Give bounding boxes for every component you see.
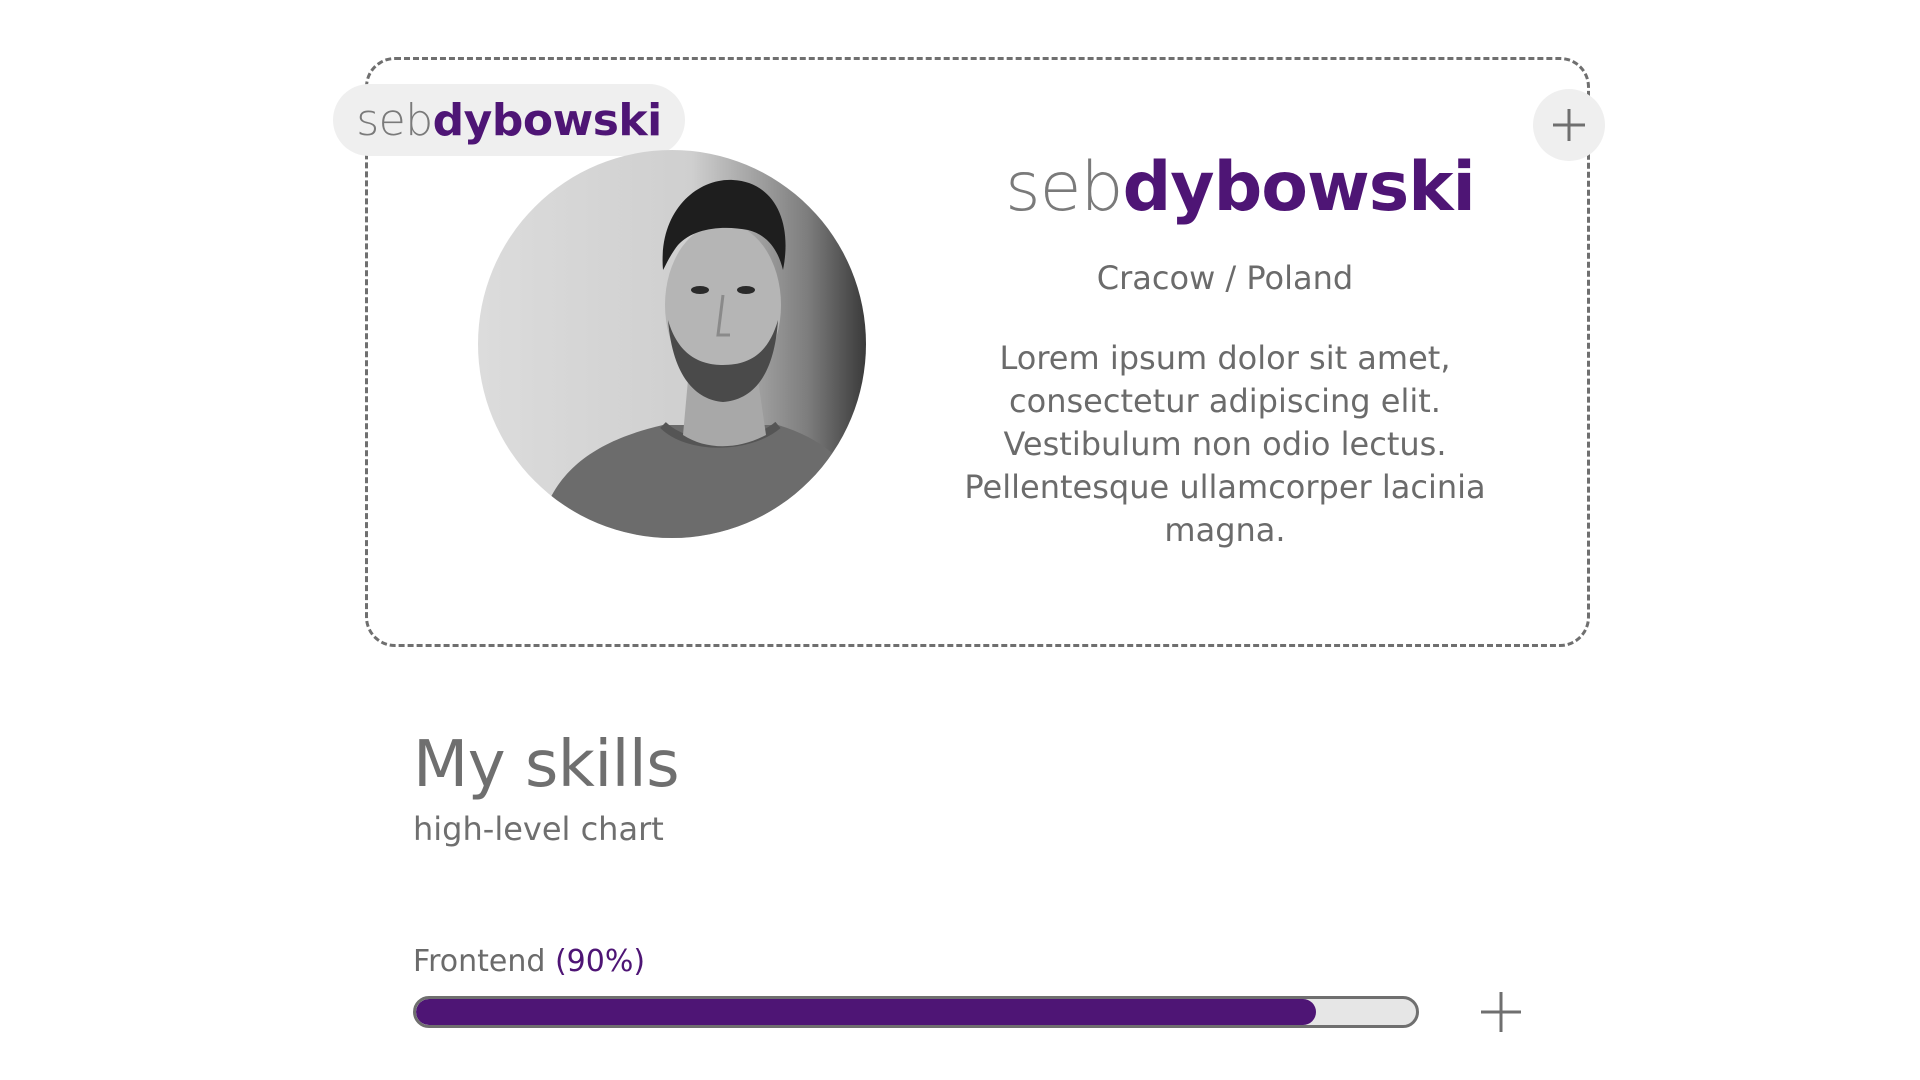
skill-name: Frontend [413,944,546,979]
skill-percent: (90%) [554,944,646,979]
plus-icon [1481,992,1521,1032]
skills-title: My skills [413,728,680,802]
expand-skill-button[interactable] [1479,990,1523,1034]
skill-label: Frontend (90%) [413,944,645,979]
profile-bio: Lorem ipsum dolor sit amet, consectetur … [964,339,1486,549]
plus-icon [1553,109,1585,141]
avatar [478,150,866,538]
profile-name-strong: dybowski [1122,148,1476,227]
profile-name-light: seb [1005,148,1123,227]
profile-location: Cracow / Poland [1096,259,1354,297]
skill-progress-fill [416,999,1316,1025]
expand-profile-button[interactable] [1533,89,1605,161]
profile-name: sebdybowski [940,148,1540,227]
page: seb dybowski sebdybowski Cracow / Poland… [0,0,1920,1080]
logo[interactable]: seb dybowski [333,84,685,156]
logo-strong-text: dybowski [432,94,663,146]
skills-subtitle: high-level chart [413,810,664,848]
skill-progress-bar [413,996,1419,1028]
logo-light-text: seb [356,94,433,146]
